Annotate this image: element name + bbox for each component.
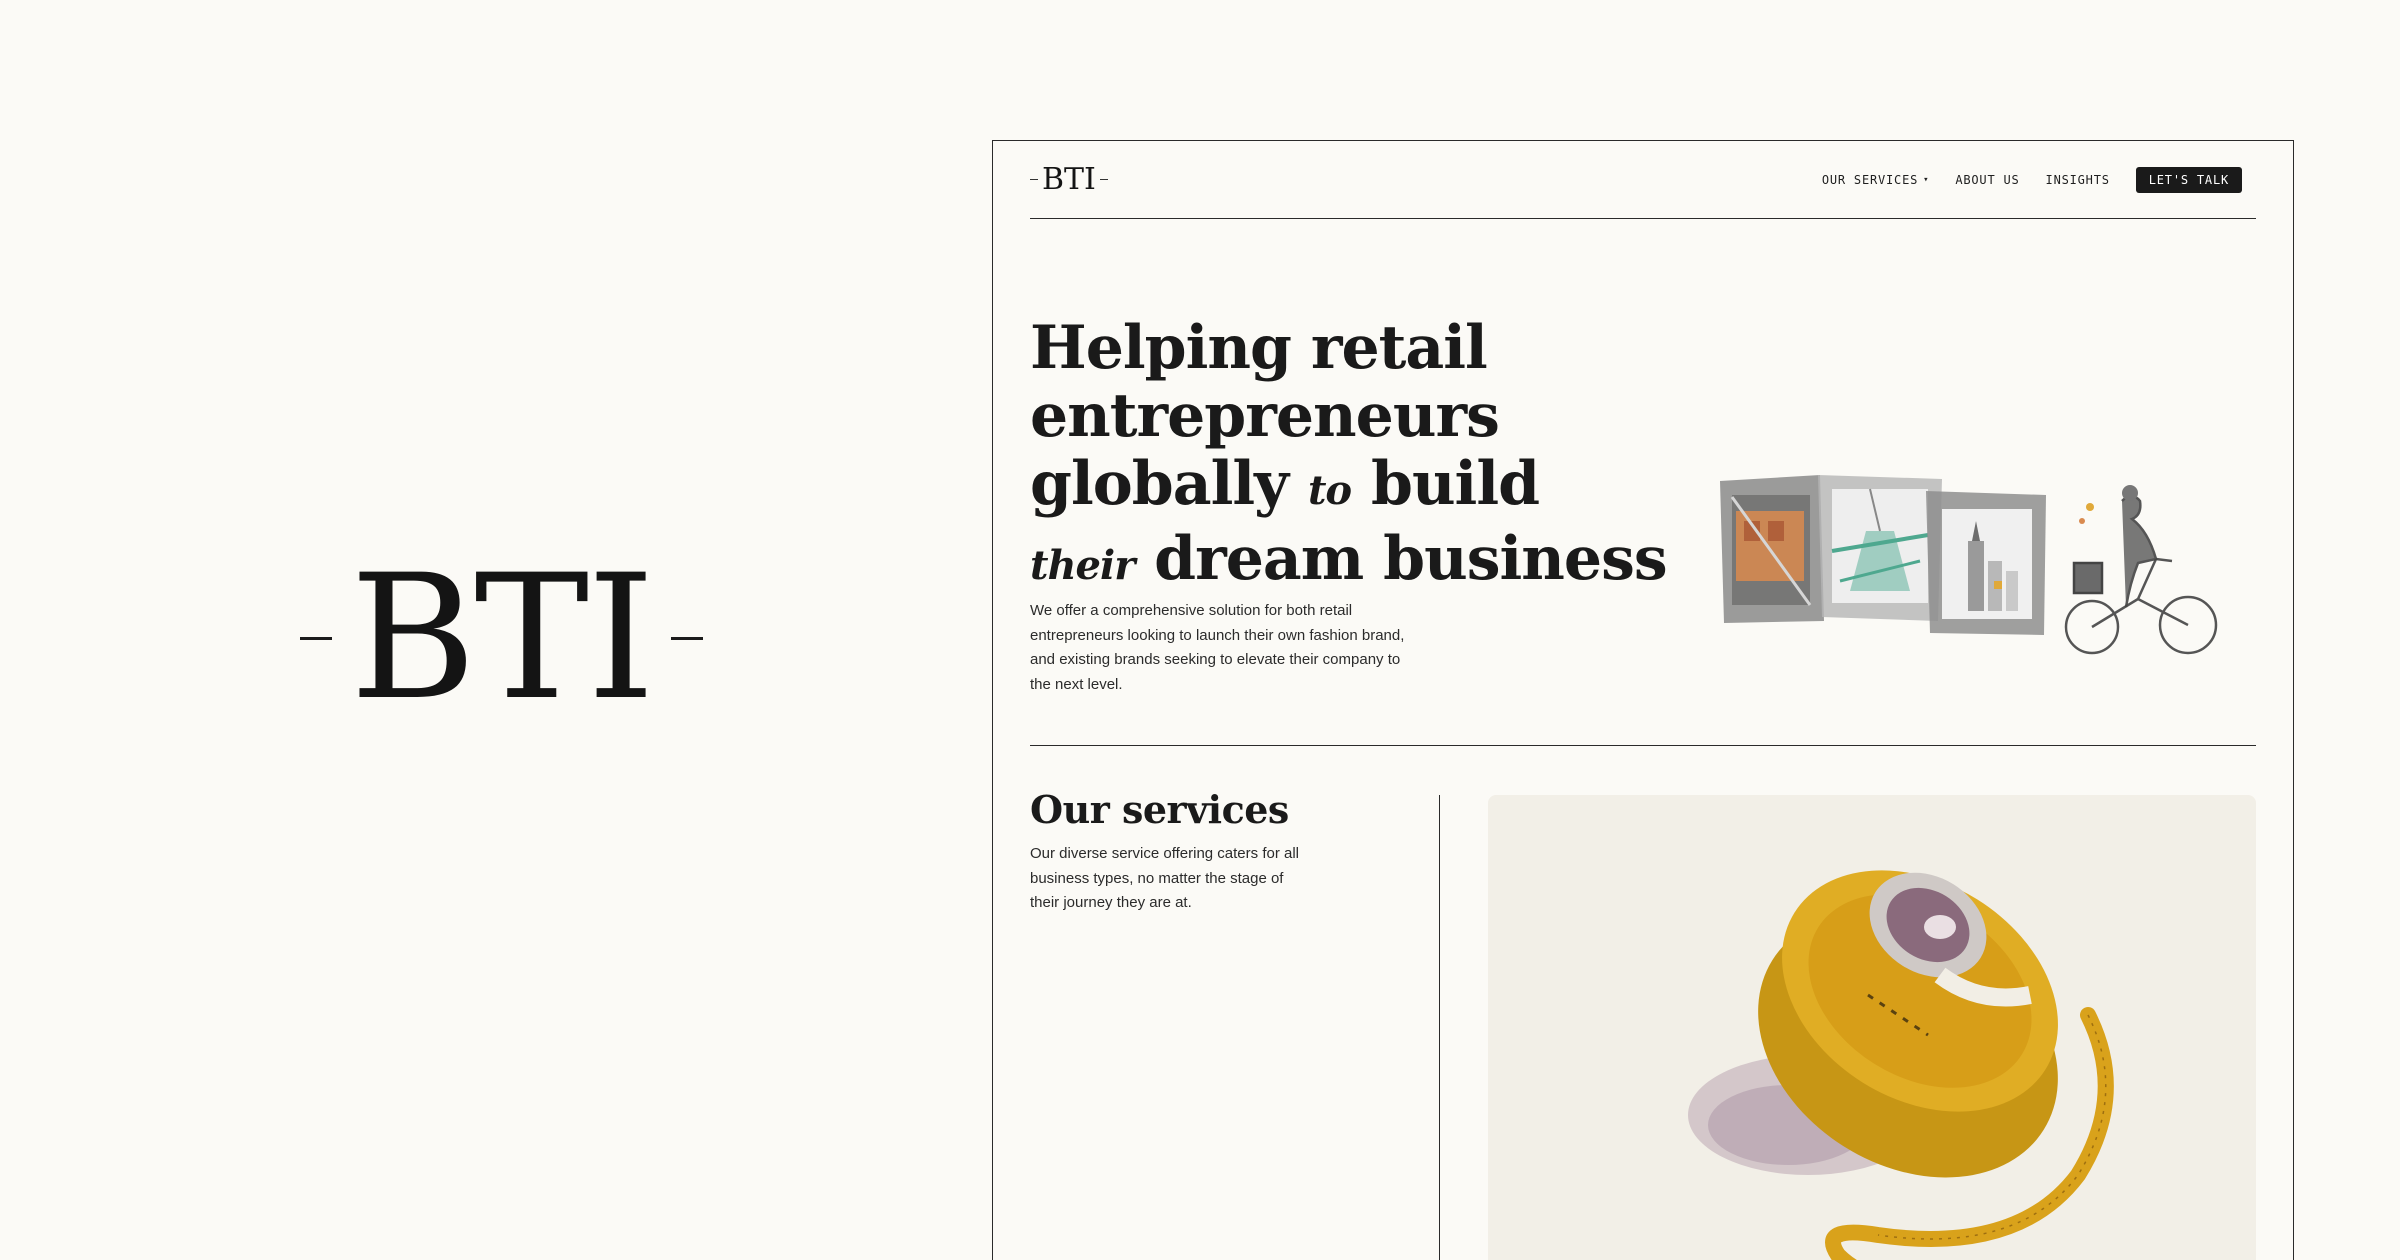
- illustration-cyclist: [2064, 485, 2218, 655]
- hero-divider: [1030, 745, 2256, 746]
- nav-insights[interactable]: INSIGHTS: [2046, 173, 2110, 187]
- hero-line-3-italic: to: [1307, 467, 1352, 514]
- hero-heading: Helping retail entrepreneurs globally to…: [1030, 313, 1668, 600]
- brand-logo-large: BTI: [300, 537, 704, 738]
- brand-wordmark: BTI: [350, 537, 655, 738]
- nav-insights-label: INSIGHTS: [2045, 172, 2110, 187]
- hero-line-3b: build: [1370, 449, 1540, 519]
- main-nav: OUR SERVICES ▾ ABOUT US INSIGHTS LET'S T…: [1822, 166, 2242, 193]
- site-logo[interactable]: BTI: [1030, 161, 1108, 197]
- page-content: BTI OUR SERVICES ▾ ABOUT US INSIGHTS LET…: [1030, 141, 2256, 1260]
- illustration-frame-3: [1926, 491, 2046, 635]
- services-divider: [1439, 795, 1440, 1260]
- services-image-panel: [1488, 795, 2256, 1260]
- lets-talk-button[interactable]: LET'S TALK: [2135, 166, 2242, 193]
- nav-our-services[interactable]: OUR SERVICES ▾: [1822, 173, 1930, 187]
- services-title: Our services: [1030, 787, 1289, 832]
- site-logo-text: BTI: [1042, 161, 1096, 197]
- website-preview-frame: BTI OUR SERVICES ▾ ABOUT US INSIGHTS LET…: [992, 140, 2294, 1260]
- hero-line-3a: globally: [1030, 449, 1289, 519]
- site-logo-dash-right: [1099, 178, 1108, 181]
- hero-description: We offer a comprehensive solution for bo…: [1030, 602, 1405, 693]
- illustration-frame-1: [1720, 475, 1824, 623]
- hero-illustration: [1720, 475, 2218, 655]
- nav-our-services-label: OUR SERVICES: [1821, 172, 1919, 187]
- hero-line-2: entrepreneurs: [1030, 381, 1500, 451]
- logo-dash-right: [671, 636, 704, 640]
- hero-line-1: Helping retail: [1030, 313, 1488, 383]
- services-description: Our diverse service offering caters for …: [1030, 845, 1299, 911]
- illustration-frame-2: [1818, 475, 1942, 621]
- tape-measure-illustration: [1688, 870, 2114, 1260]
- nav-about-us-label: ABOUT US: [1955, 172, 2020, 187]
- hero-line-4-italic: their: [1030, 542, 1135, 589]
- nav-about-us[interactable]: ABOUT US: [1955, 173, 2019, 187]
- site-header: BTI OUR SERVICES ▾ ABOUT US INSIGHTS LET…: [1030, 141, 2256, 219]
- site-logo-dash-left: [1030, 178, 1038, 181]
- logo-dash-left: [300, 636, 332, 640]
- chevron-down-icon: ▾: [1923, 174, 1930, 185]
- hero-line-4b: dream business: [1154, 524, 1667, 594]
